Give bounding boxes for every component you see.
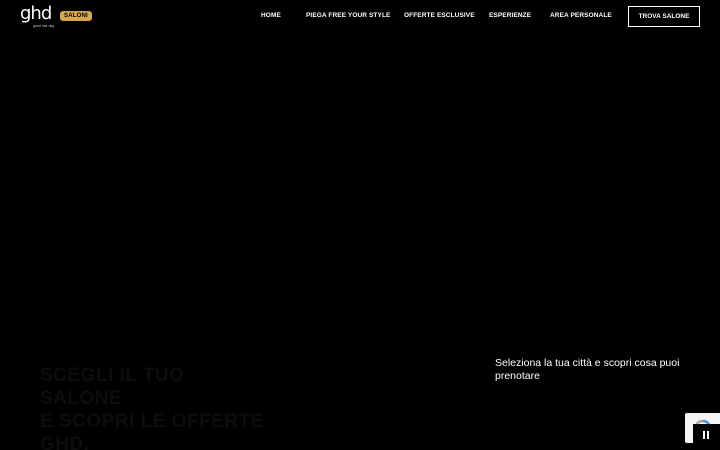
hero-title-line: E SCOPRI LE OFFERTE: [40, 411, 264, 432]
ghd-logo[interactable]: ghd good hair day: [20, 5, 58, 29]
pause-icon[interactable]: [698, 427, 714, 443]
nav-esperienze[interactable]: ESPERIENZE: [489, 12, 531, 19]
hero-subtitle: Seleziona la tua città e scopri cosa puo…: [495, 357, 680, 382]
page: ghd good hair day SALONI HOME PIEGA FREE…: [0, 0, 720, 450]
nav-offerte-esclusive[interactable]: OFFERTE ESCLUSIVE: [404, 12, 475, 19]
saloni-badge: SALONI: [60, 11, 92, 21]
nav-home[interactable]: HOME: [261, 12, 281, 19]
hero-title-line: SCEGLI IL TUO SALONE: [40, 365, 185, 409]
hero-title: SCEGLI IL TUO SALONE E SCOPRI LE OFFERTE…: [40, 364, 270, 450]
trova-salone-button[interactable]: TROVA SALONE: [628, 6, 700, 27]
site-header: ghd good hair day SALONI HOME PIEGA FREE…: [0, 0, 720, 34]
nav-area-personale[interactable]: AREA PERSONALE: [550, 12, 612, 19]
logo-tagline: good hair day: [33, 24, 55, 28]
logo-mark: ghd: [20, 3, 52, 24]
nav-piega-free-your-style[interactable]: PIEGA FREE YOUR STYLE: [306, 12, 390, 19]
hero-title-line: GHD.: [40, 434, 90, 450]
